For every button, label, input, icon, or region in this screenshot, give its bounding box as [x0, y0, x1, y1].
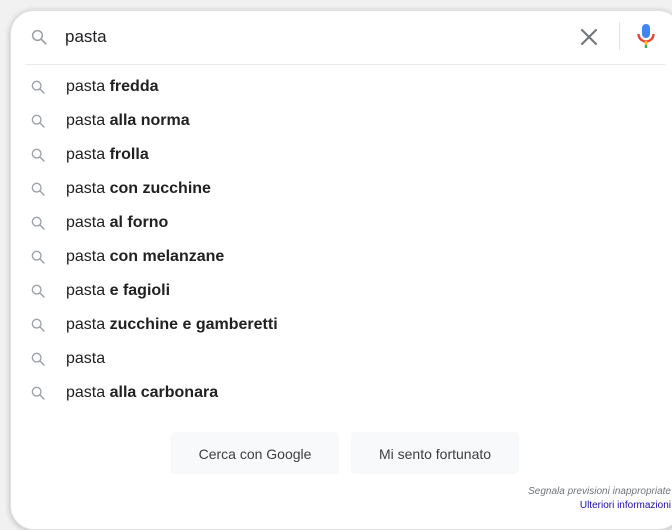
suggestion-item[interactable]: pasta e fagioli	[11, 275, 672, 309]
suggestion-text: pasta alla norma	[66, 111, 190, 131]
search-buttons: Cerca con Google Mi sento fortunato	[11, 432, 672, 474]
search-icon	[30, 385, 46, 401]
suggestion-text: pasta fredda	[66, 77, 159, 97]
suggestion-item[interactable]: pasta alla carbonara	[11, 377, 672, 411]
search-icon	[30, 181, 46, 197]
search-icon	[30, 28, 48, 46]
search-icon	[30, 215, 46, 231]
suggestion-prefix: pasta	[66, 350, 106, 367]
suggestion-item[interactable]: pasta frolla	[11, 139, 672, 173]
divider	[25, 64, 665, 65]
suggestion-completion: con zucchine	[109, 180, 211, 197]
suggestion-text: pasta zucchine e gamberetti	[66, 315, 278, 335]
google-search-button[interactable]: Cerca con Google	[171, 432, 339, 474]
suggestion-prefix: pasta	[66, 78, 106, 95]
search-input[interactable]: pasta	[65, 25, 107, 49]
search-icon	[30, 79, 46, 95]
vertical-divider	[619, 22, 620, 50]
suggestion-list: pasta fredda pasta alla norma pasta frol…	[11, 71, 672, 411]
suggestion-item[interactable]: pasta fredda	[11, 71, 672, 105]
suggestion-prefix: pasta	[66, 146, 106, 163]
suggestion-text: pasta con zucchine	[66, 179, 211, 199]
suggestion-completion: e fagioli	[109, 282, 171, 299]
more-info-link[interactable]: Ulteriori informazioni	[580, 500, 671, 511]
suggestion-text: pasta con melanzane	[66, 247, 224, 267]
suggestion-prefix: pasta	[66, 180, 106, 197]
suggestion-text: pasta	[66, 349, 105, 369]
suggestion-text: pasta frolla	[66, 145, 149, 165]
suggestion-text: pasta al forno	[66, 213, 168, 233]
suggestion-prefix: pasta	[66, 384, 106, 401]
suggestion-item[interactable]: pasta	[11, 343, 672, 377]
suggestion-completion: alla norma	[109, 112, 190, 129]
suggestion-prefix: pasta	[66, 316, 106, 333]
close-icon[interactable]	[576, 24, 602, 50]
search-icon	[30, 113, 46, 129]
search-icon	[30, 317, 46, 333]
search-suggestion-box: pasta pasta fredda pasta alla norma past…	[10, 10, 672, 530]
suggestion-prefix: pasta	[66, 112, 106, 129]
suggestion-completion: fredda	[109, 78, 159, 95]
suggestion-text: pasta alla carbonara	[66, 383, 218, 403]
search-icon	[30, 147, 46, 163]
suggestion-completion: alla carbonara	[109, 384, 219, 401]
suggestion-completion: zucchine e gamberetti	[109, 316, 278, 333]
suggestion-item[interactable]: pasta con melanzane	[11, 241, 672, 275]
search-bar: pasta	[11, 11, 672, 64]
microphone-icon[interactable]	[634, 22, 658, 50]
suggestion-prefix: pasta	[66, 282, 106, 299]
search-icon	[30, 283, 46, 299]
search-icon	[30, 249, 46, 265]
suggestion-item[interactable]: pasta al forno	[11, 207, 672, 241]
suggestion-prefix: pasta	[66, 248, 106, 265]
suggestion-item[interactable]: pasta con zucchine	[11, 173, 672, 207]
search-icon	[30, 351, 46, 367]
feeling-lucky-button[interactable]: Mi sento fortunato	[351, 432, 519, 474]
suggestion-item[interactable]: pasta alla norma	[11, 105, 672, 139]
suggestion-text: pasta e fagioli	[66, 281, 170, 301]
report-predictions-link[interactable]: Segnala previsioni inappropriate	[528, 486, 671, 497]
suggestion-completion: con melanzane	[109, 248, 225, 265]
suggestion-prefix: pasta	[66, 214, 106, 231]
suggestion-item[interactable]: pasta zucchine e gamberetti	[11, 309, 672, 343]
suggestion-completion: al forno	[109, 214, 169, 231]
suggestion-completion: frolla	[109, 146, 149, 163]
